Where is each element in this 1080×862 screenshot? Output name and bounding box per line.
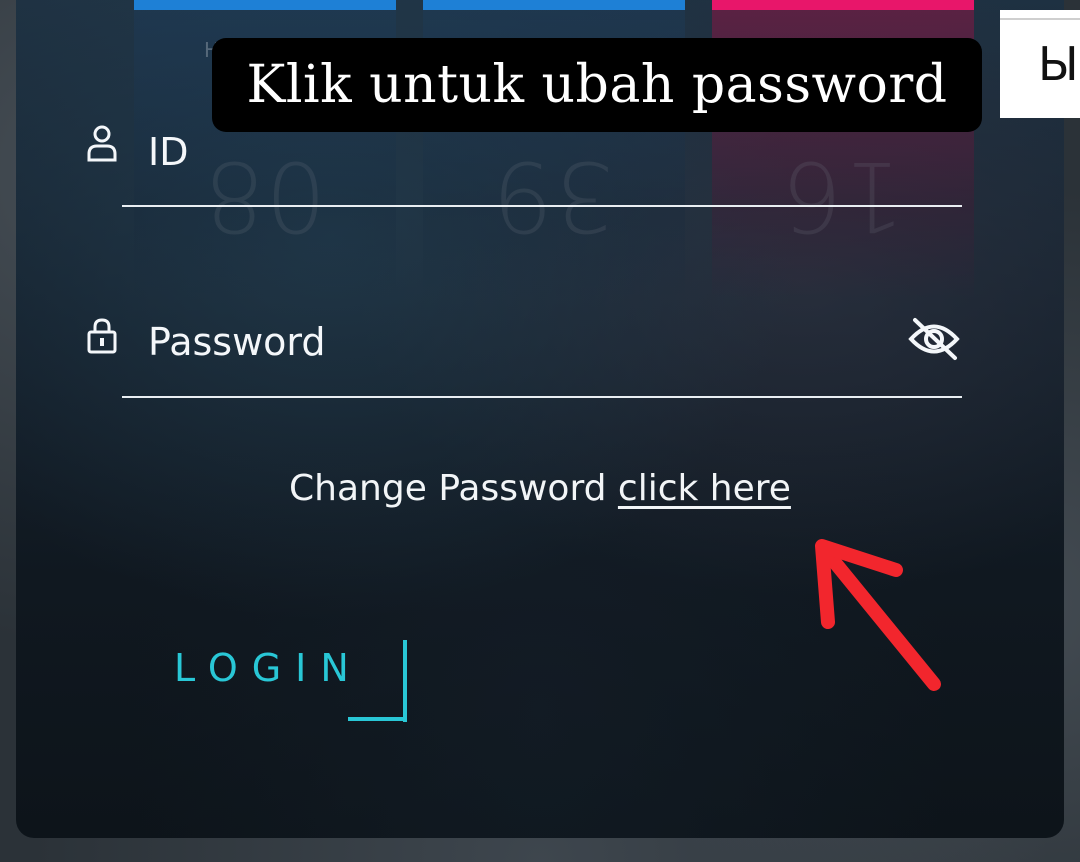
user-icon bbox=[87, 125, 117, 162]
column-digits: 39 bbox=[492, 140, 616, 252]
id-input[interactable]: ID bbox=[148, 130, 188, 174]
side-card-text: Ы bbox=[1038, 37, 1079, 91]
change-password-link[interactable]: click here bbox=[618, 468, 791, 509]
tooltip: Klik untuk ubah password bbox=[212, 38, 982, 132]
side-card-divider bbox=[1000, 18, 1080, 20]
login-corner-decoration bbox=[403, 640, 407, 722]
column-digits: 16 bbox=[781, 140, 905, 252]
column-color-bar bbox=[423, 0, 685, 10]
column-color-bar bbox=[712, 0, 974, 10]
id-field-underline bbox=[122, 205, 962, 207]
eye-off-icon[interactable] bbox=[908, 316, 960, 362]
login-corner-decoration bbox=[348, 717, 407, 721]
change-password-row: Change Password click here bbox=[0, 468, 1080, 509]
change-password-text: Change Password bbox=[289, 468, 618, 509]
login-button[interactable]: LOGIN bbox=[174, 646, 363, 690]
column-color-bar bbox=[134, 0, 396, 10]
side-card[interactable]: Ы bbox=[1000, 10, 1080, 118]
password-field-underline bbox=[122, 396, 962, 398]
password-input[interactable]: Password bbox=[148, 320, 326, 364]
red-arrow-icon bbox=[815, 539, 941, 691]
lock-icon bbox=[87, 318, 117, 354]
